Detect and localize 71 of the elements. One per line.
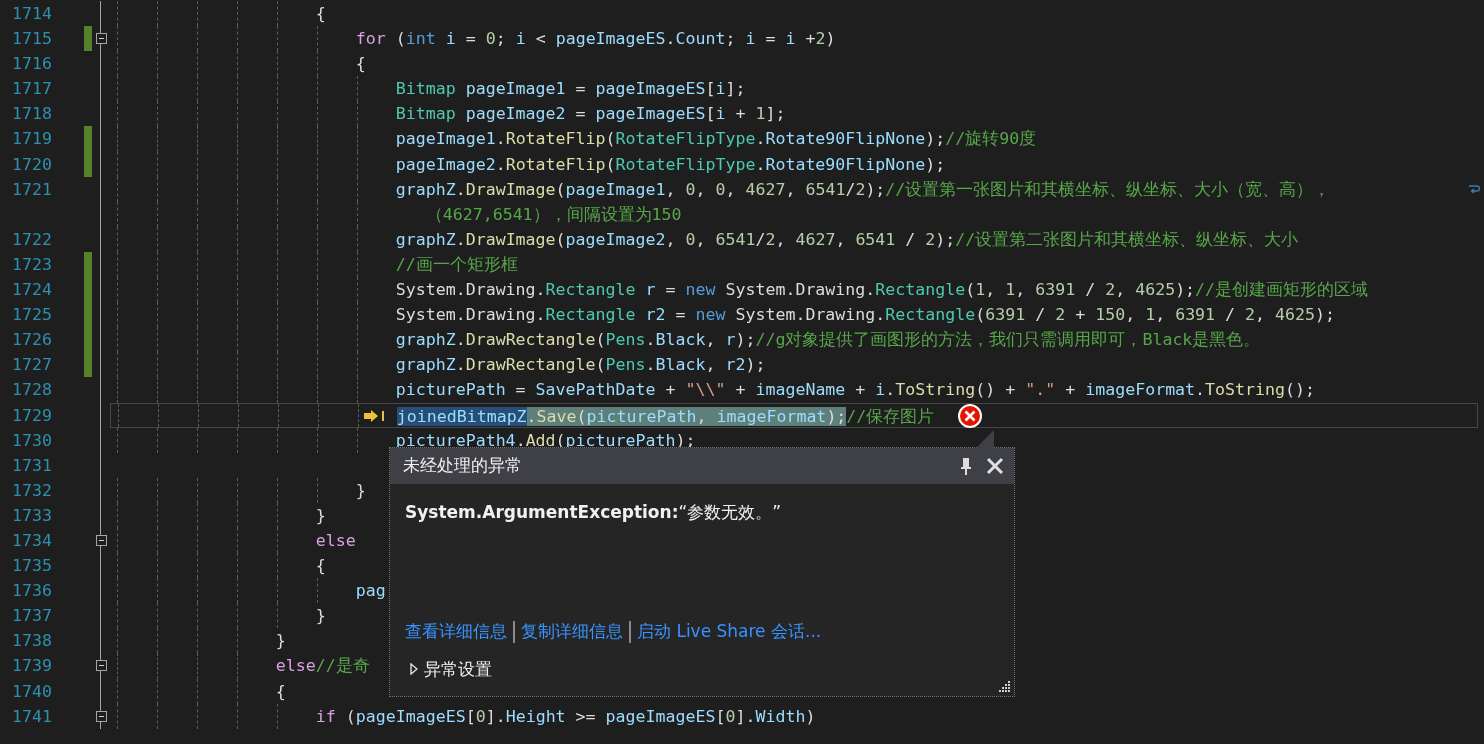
- code-line: else: [314, 530, 356, 550]
- line-number: 1726: [11, 329, 52, 352]
- line-number: 1719: [11, 128, 52, 151]
- code-line: （4627,6541），间隔设置为150: [424, 204, 682, 224]
- close-icon[interactable]: [986, 457, 1004, 475]
- code-line: {: [314, 556, 326, 576]
- collapse-toggle[interactable]: [95, 660, 107, 672]
- code-line: Bitmap pageImage1 = pageImageES[i];: [394, 79, 746, 99]
- exception-message: System.ArgumentException:“参数无效。”: [404, 501, 783, 524]
- code-line: //画一个矩形框: [394, 254, 518, 274]
- line-number: 1714: [11, 3, 52, 25]
- line-number: 1724: [11, 279, 52, 302]
- line-number: 1741: [11, 705, 52, 728]
- collapse-toggle[interactable]: [95, 710, 107, 722]
- code-line: }: [274, 631, 286, 651]
- line-number: 1734: [11, 529, 52, 552]
- resize-grip-icon[interactable]: [997, 679, 1011, 693]
- expand-caret-icon: [410, 663, 418, 676]
- collapse-toggle[interactable]: [95, 33, 107, 45]
- line-number: 1735: [11, 555, 52, 578]
- line-number: 1730: [11, 429, 52, 452]
- line-number: 1740: [11, 680, 52, 703]
- code-line: for (int i = 0; i < pageImageES.Count; i = i +2): [354, 29, 836, 49]
- code-line: joinedBitmapZ.Save(picturePath, imageFormat);//保存图片: [395, 406, 935, 426]
- code-line: {: [314, 4, 326, 23]
- line-number: 1739: [11, 655, 52, 678]
- code-line: else//是奇: [274, 656, 370, 676]
- line-number: 1731: [11, 454, 52, 477]
- code-line: graphZ.DrawRectangle(Pens.Black, r);//g对象提供了画图形的方法，我们只需调用即可，Black是黑色。: [394, 330, 1261, 350]
- popup-link[interactable]: 复制详细信息: [521, 619, 623, 645]
- pin-icon[interactable]: [960, 457, 972, 475]
- word-wrap-icon: [1468, 183, 1480, 194]
- popup-link[interactable]: 查看详细信息: [405, 619, 507, 645]
- code-line: }: [314, 505, 326, 525]
- line-number: 1717: [11, 78, 52, 101]
- code-line: }: [314, 606, 326, 626]
- line-number: 1736: [11, 580, 52, 603]
- line-number: 1733: [11, 504, 52, 527]
- line-number: 1721: [11, 178, 52, 201]
- collapse-toggle[interactable]: [95, 535, 107, 546]
- line-number: 1732: [11, 479, 52, 502]
- code-line: graphZ.DrawImage(pageImage1, 0, 0, 4627, 6541/2);//设置第一张图片和其横坐标、纵坐标、大小（宽、高），: [394, 179, 1331, 199]
- code-line: graphZ.DrawRectangle(Pens.Black, r2);: [394, 355, 766, 375]
- code-line: picturePath = SavePathDate + "\\" + imageName + i.ToString() + "." + imageFormat.ToString();: [394, 380, 1316, 400]
- line-number: 1715: [11, 28, 52, 51]
- code-line: pageImage2.RotateFlip(RotateFlipType.Rotate90FlipNone);: [394, 154, 946, 174]
- line-number: 1728: [11, 379, 52, 402]
- line-number: 1718: [11, 103, 52, 126]
- line-number: 1729: [11, 404, 52, 427]
- line-number: 1716: [11, 53, 52, 76]
- code-line: System.Drawing.Rectangle r2 = new System.Drawing.Rectangle(6391 / 2 + 150, 1, 6391 / 2, 4625);: [394, 305, 1336, 325]
- code-line: graphZ.DrawImage(pageImage2, 0, 6541/2, 4627, 6541 / 2);//设置第二张图片和其横坐标、纵坐标、大小: [394, 229, 1299, 249]
- line-number: 1720: [11, 153, 52, 176]
- line-number: 1738: [11, 630, 52, 653]
- popup-title: 未经处理的异常: [403, 454, 523, 478]
- line-number: 1722: [11, 228, 52, 251]
- code-line: {: [274, 681, 286, 701]
- code-line: pag: [354, 581, 386, 601]
- execution-pointer-icon: [364, 409, 386, 422]
- code-line: }: [354, 480, 366, 500]
- line-number: 1737: [11, 605, 52, 628]
- popup-link[interactable]: 启动 Live Share 会话...: [637, 619, 822, 645]
- line-number: 1723: [11, 253, 52, 276]
- line-number: 1727: [11, 354, 52, 377]
- code-line: Bitmap pageImage2 = pageImageES[i + 1];: [394, 104, 786, 124]
- code-line: pageImage1.RotateFlip(RotateFlipType.Rotate90FlipNone);//旋转90度: [394, 129, 1037, 149]
- code-line: if (pageImageES[0].Height >= pageImageES[0].Width): [314, 706, 816, 726]
- line-number: 1725: [11, 304, 52, 327]
- code-line: System.Drawing.Rectangle r = new System.Drawing.Rectangle(1, 1, 6391 / 2, 4625);//是创建画矩形的区域: [394, 280, 1369, 300]
- exception-settings-toggle[interactable]: 异常设置: [410, 656, 492, 682]
- code-line: {: [354, 54, 366, 74]
